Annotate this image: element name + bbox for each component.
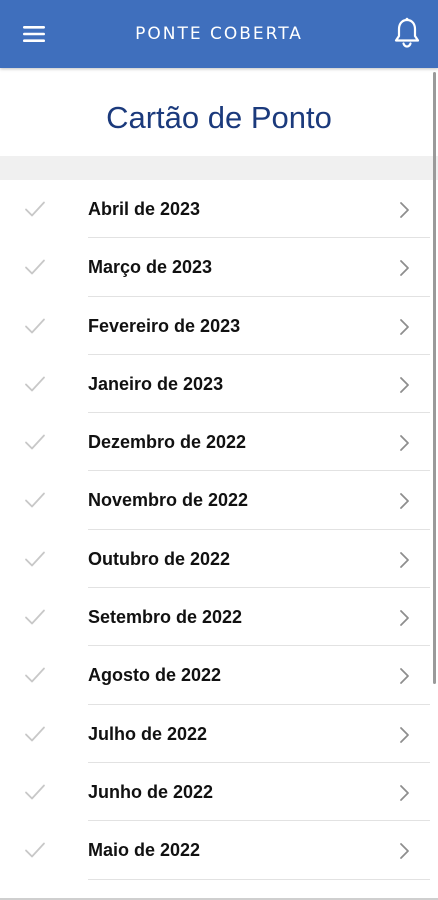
- chevron-right-icon: [400, 260, 409, 277]
- list-item[interactable]: Setembro de 2022: [0, 588, 430, 647]
- brand-logo: PONTE COBERTA: [135, 24, 303, 44]
- notifications-button[interactable]: [390, 14, 424, 52]
- list-item[interactable]: Março de 2023: [0, 238, 430, 297]
- chevron-right-icon: [400, 435, 409, 452]
- month-label: Março de 2023: [88, 257, 213, 278]
- bell-icon: [394, 17, 420, 48]
- list-item[interactable]: Maio de 2022: [0, 821, 430, 880]
- month-label: Outubro de 2022: [88, 548, 231, 569]
- checkmark-icon: [25, 667, 45, 683]
- month-label: Dezembro de 2022: [88, 432, 247, 453]
- checkmark-icon: [25, 376, 45, 392]
- list-item[interactable]: Junho de 2022: [0, 763, 430, 822]
- scrollbar[interactable]: [433, 72, 436, 684]
- chevron-right-icon: [400, 318, 409, 335]
- checkmark-icon: [25, 842, 45, 858]
- list-item[interactable]: Outubro de 2022: [0, 530, 430, 589]
- chevron-right-icon: [400, 668, 409, 685]
- chevron-right-icon: [400, 785, 409, 801]
- chevron-right-icon: [400, 493, 409, 510]
- checkmark-icon: [25, 434, 45, 450]
- section-separator: [0, 156, 438, 180]
- month-label: Fevereiro de 2023: [88, 315, 241, 336]
- list-item[interactable]: Novembro de 2022: [0, 471, 430, 530]
- chevron-right-icon: [400, 202, 409, 218]
- list-item[interactable]: Julho de 2022: [0, 705, 430, 763]
- checkmark-icon: [25, 318, 45, 333]
- chevron-right-icon: [400, 551, 409, 568]
- month-list: Abril de 2023 Março de 2023 Fevereiro de…: [0, 180, 430, 880]
- list-item[interactable]: Agosto de 2022: [0, 646, 430, 705]
- chevron-right-icon: [400, 376, 409, 393]
- list-item[interactable]: Fevereiro de 2023: [0, 297, 430, 355]
- chevron-right-icon: [400, 843, 409, 860]
- row-divider: [88, 878, 430, 880]
- page-title: Cartão de Ponto: [106, 100, 332, 135]
- checkmark-icon: [25, 784, 45, 800]
- list-item[interactable]: Dezembro de 2022: [0, 413, 430, 472]
- checkmark-icon: [25, 493, 45, 508]
- checkmark-icon: [25, 259, 45, 275]
- top-app-bar: PONTE COBERTA: [0, 0, 438, 68]
- app-screen: PONTE COBERTA Cartão de Ponto Abril de 2…: [0, 0, 438, 900]
- month-label: Novembro de 2022: [88, 490, 249, 511]
- month-label: Agosto de 2022: [88, 665, 222, 686]
- month-label: Setembro de 2022: [88, 607, 243, 628]
- chevron-right-icon: [400, 610, 409, 626]
- list-item[interactable]: Janeiro de 2023: [0, 355, 430, 414]
- month-label: Junho de 2022: [88, 781, 214, 802]
- month-label: Abril de 2023: [88, 199, 201, 219]
- checkmark-icon: [25, 551, 45, 567]
- month-label: Maio de 2022: [88, 840, 201, 861]
- checkmark-icon: [25, 609, 45, 625]
- checkmark-icon: [25, 726, 45, 742]
- chevron-right-icon: [400, 726, 409, 743]
- checkmark-icon: [25, 201, 45, 217]
- month-label: Janeiro de 2023: [88, 373, 224, 394]
- list-item[interactable]: Abril de 2023: [0, 180, 430, 239]
- month-label: Julho de 2022: [88, 723, 208, 744]
